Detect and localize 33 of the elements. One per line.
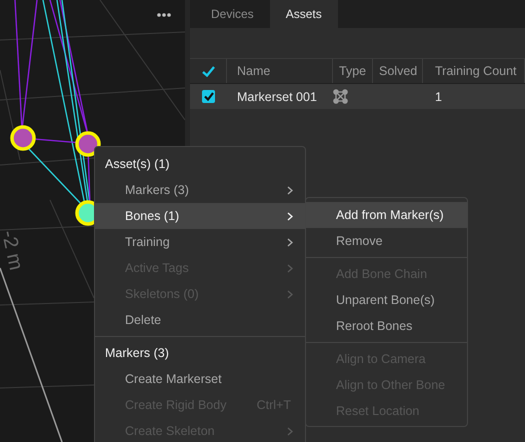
chevron-icon (287, 212, 293, 220)
menu-heading: Markers (3) (105, 346, 169, 360)
chevron-icon (287, 290, 293, 298)
menu-item[interactable]: Create Markerset (95, 366, 305, 392)
menu-item[interactable]: Bones (1) (95, 203, 305, 229)
table-cell: Markerset 001 (237, 90, 317, 104)
tab[interactable]: Assets (270, 0, 338, 28)
table-row[interactable]: Markerset 001 1 (190, 84, 525, 109)
more-icon[interactable] (157, 13, 171, 17)
column-header[interactable]: Type (333, 59, 373, 83)
menu-item[interactable]: Markers (3) (95, 177, 305, 203)
tab[interactable]: Devices (195, 0, 270, 28)
check-icon[interactable] (202, 66, 214, 76)
menu-item[interactable]: Reroot Bones (306, 313, 467, 339)
chevron-icon (287, 186, 293, 194)
menu-item[interactable]: Delete (95, 307, 305, 333)
menu-heading: Asset(s) (1) (105, 157, 170, 171)
marker-dot[interactable] (10, 125, 36, 151)
axis-label: -2 m (0, 228, 27, 272)
marker-dot[interactable] (75, 131, 101, 157)
markerset-icon (333, 89, 348, 104)
menu-item[interactable]: Training (95, 229, 305, 255)
table-cell: 1 (435, 90, 442, 104)
chevron-icon (287, 238, 293, 246)
column-header[interactable]: Solved (373, 59, 423, 83)
column-header[interactable]: Name (227, 59, 333, 83)
menu-item[interactable]: Unparent Bone(s) (306, 287, 467, 313)
checkbox[interactable] (202, 90, 215, 103)
chevron-icon (287, 264, 293, 272)
menu-item[interactable]: Add from Marker(s) (306, 202, 467, 228)
chevron-icon (287, 426, 293, 436)
menu-item[interactable]: Remove (306, 228, 467, 254)
column-header[interactable]: Training Count (423, 59, 525, 83)
